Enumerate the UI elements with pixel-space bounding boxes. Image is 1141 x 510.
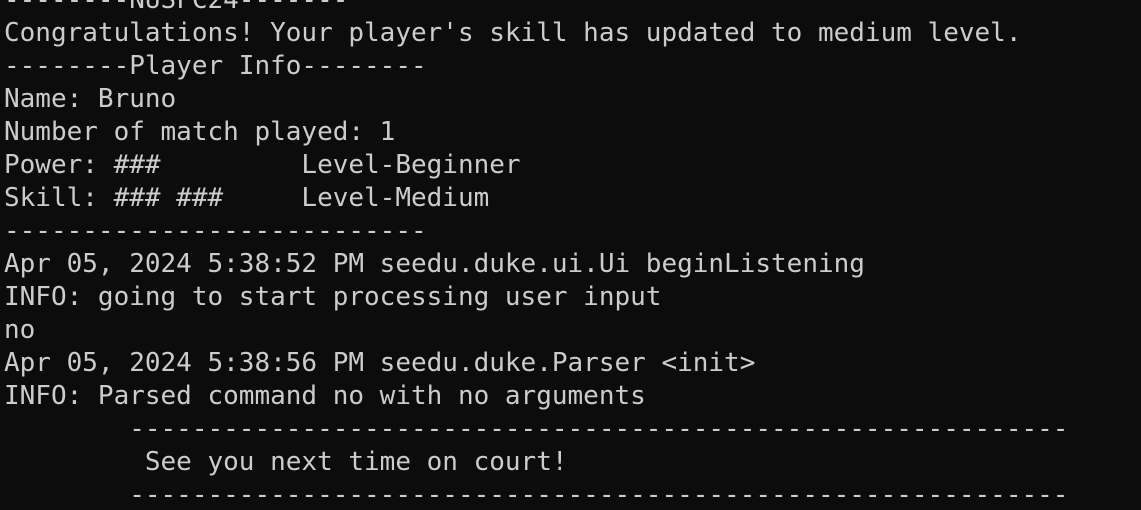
player-info-header: --------Player Info-------- (4, 51, 427, 81)
log-info-line: INFO: Parsed command no with no argument… (4, 381, 646, 411)
farewell-divider-bottom: ----------------------------------------… (4, 480, 1069, 510)
farewell-divider-top: ----------------------------------------… (4, 414, 1069, 444)
user-input-line: no (4, 315, 36, 345)
matches-played: Number of match played: 1 (4, 117, 396, 147)
power-stat: Power: ### Level-Beginner (4, 150, 521, 180)
terminal-output: --------NUSFC24------- Congratulations! … (4, 0, 1068, 510)
player-info-divider: --------------------------- (4, 216, 427, 246)
log-timestamp-line: Apr 05, 2024 5:38:52 PM seedu.duke.ui.Ui… (4, 249, 865, 279)
log-timestamp-line: Apr 05, 2024 5:38:56 PM seedu.duke.Parse… (4, 348, 756, 378)
player-name: Name: Bruno (4, 84, 177, 114)
log-info-line: INFO: going to start processing user inp… (4, 282, 662, 312)
skill-stat: Skill: ### ### Level-Medium (4, 183, 490, 213)
app-banner: --------NUSFC24------- (4, 0, 349, 15)
farewell-message: See you next time on court! (4, 447, 568, 477)
skill-update-message: Congratulations! Your player's skill has… (4, 18, 1022, 48)
terminal-window[interactable]: --------NUSFC24------- Congratulations! … (0, 0, 1141, 510)
